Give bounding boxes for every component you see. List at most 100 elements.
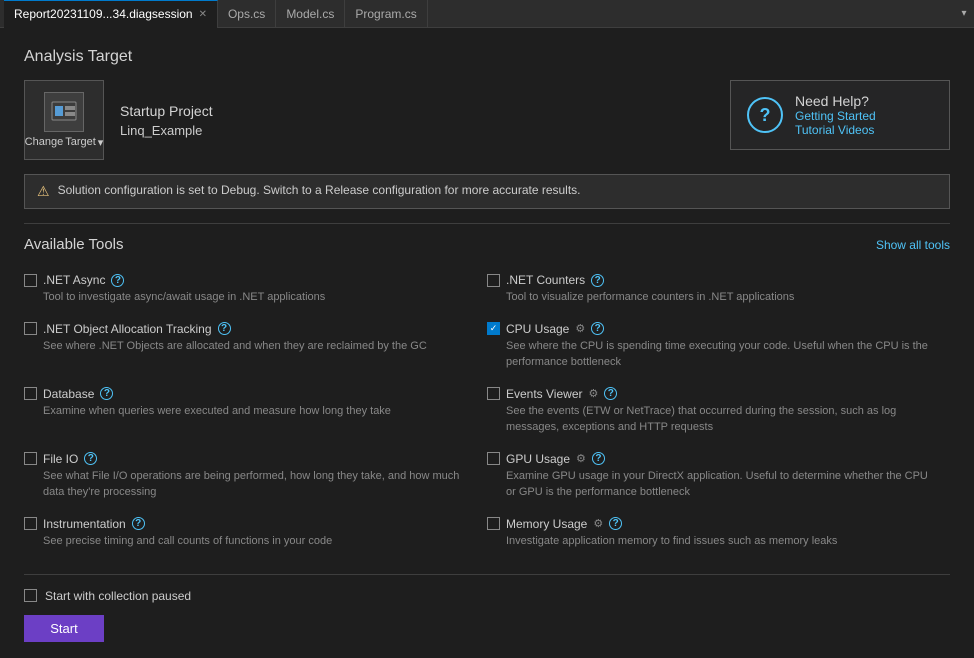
close-icon[interactable]: ✕ [199, 9, 207, 20]
tool-name-file-io: File IO [43, 452, 78, 466]
tools-grid: .NET Async? Tool to investigate async/awa… [24, 267, 950, 560]
tool-name-dotnet-object: .NET Object Allocation Tracking [43, 322, 212, 336]
startup-project-label: Startup Project [120, 103, 213, 119]
tool-name-instrumentation: Instrumentation [43, 517, 126, 531]
help-icon-gpu-usage[interactable]: ? [592, 452, 605, 465]
tool-name-events-viewer: Events Viewer [506, 387, 582, 401]
tool-checkbox-instrumentation[interactable] [24, 517, 37, 530]
startup-project-box: Change Target ▾ Startup Project Linq_Exa… [24, 80, 213, 160]
tool-name-gpu-usage: GPU Usage [506, 452, 570, 466]
available-tools-title: Available Tools [24, 236, 124, 253]
tool-desc-gpu-usage: Examine GPU usage in your DirectX applic… [506, 469, 930, 501]
dropdown-arrow-icon: ▾ [98, 136, 104, 149]
help-icon-dotnet-counters[interactable]: ? [591, 274, 604, 287]
project-info: Startup Project Linq_Example [120, 103, 213, 138]
tool-item-dotnet-object: .NET Object Allocation Tracking? See wher… [24, 316, 487, 381]
tool-item-file-io: File IO?See what File I/O operations are… [24, 446, 487, 511]
tool-header-row-events-viewer: Events Viewer ⚙? [487, 387, 930, 401]
tab-report-label: Report20231109...34.diagsession [14, 7, 193, 21]
tool-header-row-instrumentation: Instrumentation? [24, 517, 467, 531]
tool-header-row-file-io: File IO? [24, 452, 467, 466]
getting-started-link[interactable]: Getting Started [795, 109, 876, 123]
tool-header-row-memory-usage: Memory Usage ⚙? [487, 517, 930, 531]
gear-icon-cpu-usage[interactable]: ⚙ [575, 322, 585, 335]
tab-program-label: Program.cs [355, 7, 416, 21]
analysis-target-row: Change Target ▾ Startup Project Linq_Exa… [24, 80, 950, 160]
tool-header-row-dotnet-object: .NET Object Allocation Tracking? [24, 322, 467, 336]
show-all-tools-link[interactable]: Show all tools [876, 238, 950, 252]
warning-text: Solution configuration is set to Debug. … [58, 183, 581, 197]
tab-report[interactable]: Report20231109...34.diagsession ✕ [4, 0, 218, 28]
tool-desc-dotnet-async: Tool to investigate async/await usage in… [43, 290, 467, 306]
tool-checkbox-file-io[interactable] [24, 452, 37, 465]
tool-name-database: Database [43, 387, 94, 401]
tool-desc-cpu-usage: See where the CPU is spending time execu… [506, 339, 930, 371]
tool-name-dotnet-async: .NET Async [43, 273, 105, 287]
help-icon-events-viewer[interactable]: ? [604, 387, 617, 400]
tool-name-memory-usage: Memory Usage [506, 517, 587, 531]
tab-model-label: Model.cs [286, 7, 334, 21]
tool-item-events-viewer: Events Viewer⚙?See the events (ETW or Ne… [487, 381, 950, 446]
tool-checkbox-dotnet-counters[interactable] [487, 274, 500, 287]
tool-name-dotnet-counters: .NET Counters [506, 273, 585, 287]
change-target-button[interactable]: Change Target ▾ [24, 80, 104, 160]
tab-ops-label: Ops.cs [228, 7, 265, 21]
help-icon-database[interactable]: ? [100, 387, 113, 400]
tool-header-row-dotnet-counters: .NET Counters? [487, 273, 930, 287]
section-divider [24, 223, 950, 224]
collection-paused-row: Start with collection paused [24, 589, 950, 603]
tool-header-row-database: Database? [24, 387, 467, 401]
tools-header: Available Tools Show all tools [24, 236, 950, 253]
bottom-divider [24, 574, 950, 575]
tool-desc-database: Examine when queries were executed and m… [43, 404, 467, 420]
tool-desc-dotnet-counters: Tool to visualize performance counters i… [506, 290, 930, 306]
tab-scroll-right[interactable]: ▾ [954, 0, 974, 28]
tool-item-dotnet-counters: .NET Counters? Tool to visualize performa… [487, 267, 950, 316]
gear-icon-gpu-usage[interactable]: ⚙ [576, 452, 586, 465]
tool-checkbox-dotnet-object[interactable] [24, 322, 37, 335]
tool-item-gpu-usage: GPU Usage ⚙? Examine GPU usage in your Dir… [487, 446, 950, 511]
gear-icon-memory-usage[interactable]: ⚙ [593, 517, 603, 530]
tab-ops[interactable]: Ops.cs [218, 0, 276, 28]
tool-item-cpu-usage: CPU Usage⚙?See where the CPU is spending… [487, 316, 950, 381]
help-text-box: Need Help? Getting Started Tutorial Vide… [795, 93, 876, 137]
tool-item-memory-usage: Memory Usage ⚙? Investigate application me… [487, 511, 950, 560]
analysis-target-title: Analysis Target [24, 48, 950, 66]
tutorial-videos-link[interactable]: Tutorial Videos [795, 123, 876, 137]
tool-checkbox-gpu-usage[interactable] [487, 452, 500, 465]
tool-checkbox-memory-usage[interactable] [487, 517, 500, 530]
project-name: Linq_Example [120, 123, 213, 138]
tool-item-database: Database? Examine when queries were execu… [24, 381, 487, 446]
tool-item-dotnet-async: .NET Async? Tool to investigate async/awa… [24, 267, 487, 316]
help-icon-file-io[interactable]: ? [84, 452, 97, 465]
tab-model[interactable]: Model.cs [276, 0, 345, 28]
help-icon-dotnet-async[interactable]: ? [111, 274, 124, 287]
help-question-icon: ? [747, 97, 783, 133]
tool-checkbox-dotnet-async[interactable] [24, 274, 37, 287]
tool-desc-memory-usage: Investigate application memory to find i… [506, 534, 930, 550]
tool-checkbox-database[interactable] [24, 387, 37, 400]
tool-desc-dotnet-object: See where .NET Objects are allocated and… [43, 339, 467, 355]
help-title: Need Help? [795, 93, 876, 109]
help-icon-dotnet-object[interactable]: ? [218, 322, 231, 335]
help-box: ? Need Help? Getting Started Tutorial Vi… [730, 80, 950, 150]
tool-header-row-gpu-usage: GPU Usage ⚙? [487, 452, 930, 466]
tool-header-row-dotnet-async: .NET Async? [24, 273, 467, 287]
tab-program[interactable]: Program.cs [345, 0, 427, 28]
help-icon-instrumentation[interactable]: ? [132, 517, 145, 530]
tab-bar: Report20231109...34.diagsession ✕ Ops.cs… [0, 0, 974, 28]
help-icon-cpu-usage[interactable]: ? [591, 322, 604, 335]
collection-paused-label: Start with collection paused [45, 589, 191, 603]
collection-paused-checkbox[interactable] [24, 589, 37, 602]
tool-checkbox-cpu-usage[interactable] [487, 322, 500, 335]
gear-icon-events-viewer[interactable]: ⚙ [588, 387, 598, 400]
start-button[interactable]: Start [24, 615, 104, 642]
tool-checkbox-events-viewer[interactable] [487, 387, 500, 400]
tool-item-instrumentation: Instrumentation? See precise timing and c… [24, 511, 487, 560]
tool-desc-instrumentation: See precise timing and call counts of fu… [43, 534, 467, 550]
main-content: Analysis Target Change Target ▾ [0, 28, 974, 658]
help-icon-memory-usage[interactable]: ? [609, 517, 622, 530]
change-label: Change Target ▾ [25, 136, 104, 149]
warning-icon: ⚠ [37, 183, 50, 200]
project-icon [44, 92, 84, 132]
